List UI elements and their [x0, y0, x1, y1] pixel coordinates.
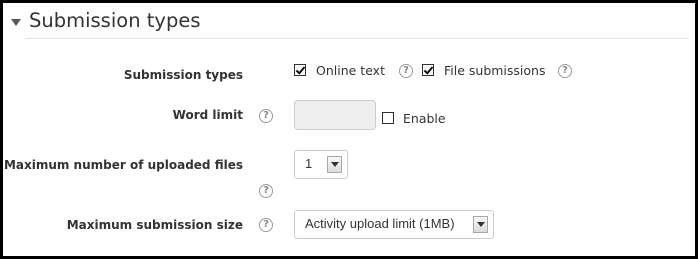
- online-text-help-icon[interactable]: ?: [399, 64, 413, 78]
- max-files-help-icon[interactable]: ?: [259, 184, 273, 198]
- collapse-arrow-icon[interactable]: [11, 18, 21, 26]
- word-limit-enable-label: Enable: [403, 111, 446, 126]
- file-submissions-checkbox[interactable]: [422, 64, 434, 76]
- online-text-label: Online text: [316, 63, 385, 78]
- online-text-checkbox[interactable]: [294, 64, 306, 76]
- section-title: Submission types: [29, 9, 201, 32]
- max-size-help-icon[interactable]: ?: [259, 218, 273, 232]
- file-submissions-label: File submissions: [444, 63, 546, 78]
- section-header[interactable]: Submission types: [11, 9, 200, 33]
- file-submissions-help-icon[interactable]: ?: [558, 64, 572, 78]
- max-files-value: 1: [305, 156, 313, 171]
- word-limit-enable-checkbox[interactable]: [382, 112, 394, 124]
- max-size-value: Activity upload limit (1MB): [305, 216, 455, 231]
- word-limit-help-icon[interactable]: ?: [259, 109, 273, 123]
- form-frame: Submission types Submission types Online…: [0, 0, 698, 259]
- section-divider: [26, 38, 689, 39]
- max-files-select[interactable]: 1: [294, 150, 348, 179]
- max-size-select[interactable]: Activity upload limit (1MB): [294, 210, 494, 239]
- word-limit-input[interactable]: [294, 100, 376, 130]
- max-size-dropdown-arrow-icon[interactable]: [473, 216, 488, 233]
- max-files-label: Maximum number of uploaded files: [3, 158, 243, 172]
- word-limit-label: Word limit: [172, 108, 243, 122]
- max-size-label: Maximum submission size: [66, 218, 243, 232]
- max-files-dropdown-arrow-icon[interactable]: [327, 156, 342, 173]
- submission-types-label: Submission types: [123, 68, 243, 82]
